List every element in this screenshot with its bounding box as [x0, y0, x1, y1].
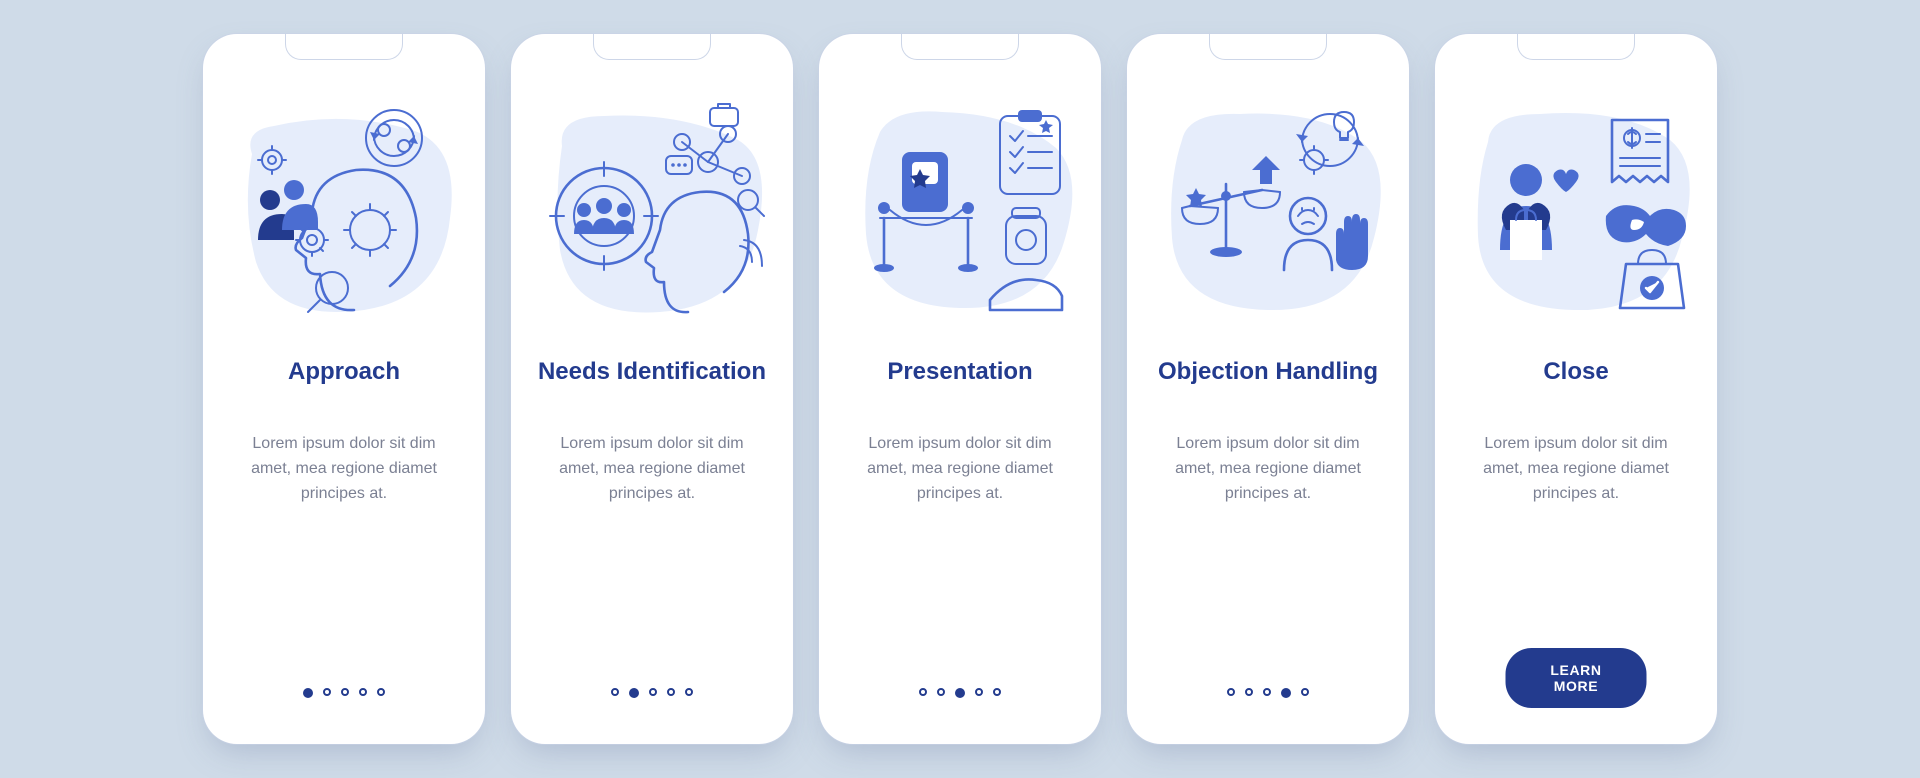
dot-3[interactable]: [955, 688, 965, 698]
pagination-dots: [919, 688, 1001, 698]
dot-5[interactable]: [993, 688, 1001, 696]
dot-2[interactable]: [629, 688, 639, 698]
dot-4[interactable]: [1281, 688, 1291, 698]
phone-notch: [901, 34, 1019, 60]
phone-notch: [1209, 34, 1327, 60]
dot-5[interactable]: [685, 688, 693, 696]
dot-1[interactable]: [1227, 688, 1235, 696]
screen-body: Lorem ipsum dolor sit dim amet, mea regi…: [850, 432, 1070, 506]
dot-3[interactable]: [649, 688, 657, 696]
dot-1[interactable]: [919, 688, 927, 696]
screen-body: Lorem ipsum dolor sit dim amet, mea regi…: [1466, 432, 1686, 506]
screen-title: Needs Identification: [538, 358, 766, 390]
screen-title: Presentation: [887, 358, 1032, 390]
onboarding-screen-presentation: Presentation Lorem ipsum dolor sit dim a…: [819, 34, 1101, 744]
presentation-icon: [840, 90, 1080, 330]
dot-2[interactable]: [937, 688, 945, 696]
onboarding-screen-objection: Objection Handling Lorem ipsum dolor sit…: [1127, 34, 1409, 744]
needs-identification-icon: [532, 90, 772, 330]
objection-handling-icon: [1148, 90, 1388, 330]
pagination-dots: [1227, 688, 1309, 698]
dot-2[interactable]: [1245, 688, 1253, 696]
dot-1[interactable]: [303, 688, 313, 698]
dot-2[interactable]: [323, 688, 331, 696]
onboarding-stage: Approach Lorem ipsum dolor sit dim amet,…: [0, 0, 1920, 778]
learn-more-button[interactable]: LEARN MORE: [1506, 648, 1647, 708]
screen-title: Close: [1543, 358, 1608, 390]
screen-title: Approach: [288, 358, 400, 390]
dot-4[interactable]: [975, 688, 983, 696]
screen-body: Lorem ipsum dolor sit dim amet, mea regi…: [542, 432, 762, 506]
onboarding-screen-close: Close Lorem ipsum dolor sit dim amet, me…: [1435, 34, 1717, 744]
dot-3[interactable]: [341, 688, 349, 696]
pagination-dots: [611, 688, 693, 698]
phone-notch: [593, 34, 711, 60]
screen-body: Lorem ipsum dolor sit dim amet, mea regi…: [234, 432, 454, 506]
screen-title: Objection Handling: [1158, 358, 1378, 390]
pagination-dots: [303, 688, 385, 698]
approach-icon: [224, 90, 464, 330]
dot-5[interactable]: [377, 688, 385, 696]
phone-notch: [1517, 34, 1635, 60]
dot-3[interactable]: [1263, 688, 1271, 696]
close-icon: [1456, 90, 1696, 330]
dot-4[interactable]: [667, 688, 675, 696]
dot-5[interactable]: [1301, 688, 1309, 696]
dot-4[interactable]: [359, 688, 367, 696]
onboarding-screen-needs: Needs Identification Lorem ipsum dolor s…: [511, 34, 793, 744]
onboarding-screen-approach: Approach Lorem ipsum dolor sit dim amet,…: [203, 34, 485, 744]
screen-body: Lorem ipsum dolor sit dim amet, mea regi…: [1158, 432, 1378, 506]
phone-notch: [285, 34, 403, 60]
dot-1[interactable]: [611, 688, 619, 696]
